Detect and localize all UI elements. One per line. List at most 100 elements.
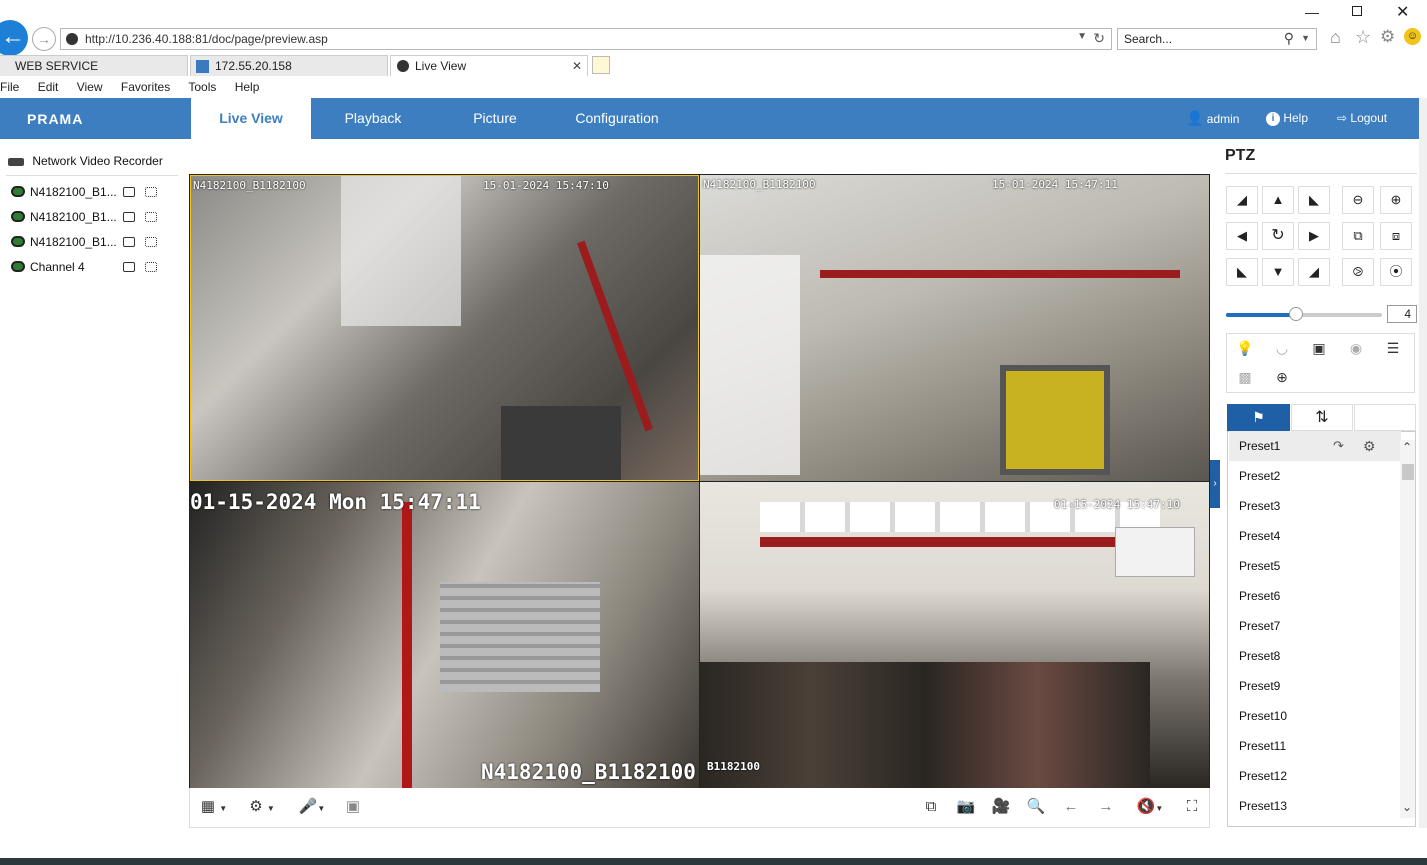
menu-file[interactable]: File: [0, 80, 19, 94]
logout-link[interactable]: ⇨ Logout: [1337, 98, 1387, 139]
pan-left-button[interactable]: ◀: [1226, 222, 1258, 250]
forward-button[interactable]: →: [32, 27, 56, 51]
scroll-up-icon[interactable]: ⌃: [1402, 440, 1412, 454]
pan-up-button[interactable]: ▲: [1262, 186, 1294, 214]
stop-all-icon[interactable]: ⧉: [920, 796, 942, 818]
home-icon[interactable]: ⌂: [1330, 27, 1341, 48]
list-item[interactable]: Preset5: [1229, 551, 1401, 581]
lens-init-icon[interactable]: ◉: [1338, 335, 1374, 361]
ptz-lock-icon[interactable]: ▣: [342, 796, 364, 818]
list-item[interactable]: Preset13: [1229, 791, 1401, 821]
favorites-star-icon[interactable]: ☆: [1355, 27, 1371, 48]
ptz-control-icon[interactable]: [145, 187, 157, 197]
zoom-in-icon[interactable]: 🔍: [1025, 796, 1047, 818]
tab-ip[interactable]: 172.55.20.158: [190, 55, 388, 76]
tab-playback[interactable]: Playback: [318, 98, 428, 139]
tab-live-view-nav[interactable]: Live View: [191, 98, 311, 139]
pattern-tab[interactable]: [1354, 404, 1416, 431]
list-item[interactable]: Preset1 ↷ ⚙: [1229, 431, 1401, 461]
previous-page-icon[interactable]: ←: [1060, 796, 1082, 818]
record-icon[interactable]: [123, 212, 135, 222]
speed-value[interactable]: 4: [1387, 305, 1417, 323]
settings-gear-icon[interactable]: ⚙: [1380, 27, 1395, 47]
auto-focus-icon[interactable]: ▣: [1301, 335, 1337, 361]
close-window-button[interactable]: ✕: [1396, 2, 1409, 22]
tab-configuration[interactable]: Configuration: [562, 98, 672, 139]
list-item[interactable]: Preset11: [1229, 731, 1401, 761]
ptz-control-icon[interactable]: [145, 212, 157, 222]
manual-track-icon[interactable]: ▩: [1227, 364, 1263, 390]
list-item[interactable]: Preset10: [1229, 701, 1401, 731]
list-item[interactable]: Preset7: [1229, 611, 1401, 641]
video-window-2[interactable]: N4182100_B1182100 15-01-2024 15:47:11: [700, 175, 1209, 481]
speed-slider[interactable]: [1226, 307, 1382, 321]
layout-grid-icon[interactable]: ▦ ▼: [196, 796, 232, 818]
mute-volume-icon[interactable]: 🔇▼: [1130, 796, 1170, 818]
zoom-out-icon[interactable]: ⊖: [1342, 186, 1374, 214]
minimize-button[interactable]: —: [1305, 4, 1319, 20]
tab-live-view[interactable]: Live View ✕: [390, 55, 588, 76]
list-item[interactable]: Preset8: [1229, 641, 1401, 671]
video-window-3[interactable]: 01-15-2024 Mon 15:47:11 N4182100_B118210…: [190, 482, 699, 788]
restore-button[interactable]: [1352, 6, 1362, 16]
next-page-icon[interactable]: →: [1095, 796, 1117, 818]
window-scrollbar[interactable]: [1419, 98, 1427, 828]
menu-view[interactable]: View: [77, 80, 103, 94]
user-menu[interactable]: 👤 admin: [1186, 98, 1239, 139]
channel-item[interactable]: N4182100_B1...: [11, 181, 181, 203]
light-icon[interactable]: 💡: [1227, 335, 1263, 361]
preset-scrollbar[interactable]: ⌃ ⌄: [1400, 440, 1415, 818]
search-box[interactable]: Search... ⚲ ▼: [1117, 28, 1317, 50]
pan-up-right-button[interactable]: ◣: [1298, 186, 1330, 214]
menu-tools[interactable]: Tools: [188, 80, 216, 94]
speed-slider-handle[interactable]: [1289, 307, 1304, 321]
tree-root[interactable]: Network Video Recorder: [8, 150, 163, 172]
search-icon[interactable]: ⚲: [1284, 30, 1294, 47]
3d-zoom-icon[interactable]: ⊕: [1264, 364, 1300, 390]
collapse-panel-button[interactable]: ›: [1210, 460, 1220, 508]
menu-help[interactable]: Help: [235, 80, 260, 94]
tab-picture[interactable]: Picture: [440, 98, 550, 139]
pan-down-button[interactable]: ▼: [1262, 258, 1294, 286]
dropdown-icon[interactable]: ▼: [1077, 31, 1087, 42]
video-window-1[interactable]: N4182100_B1182100 15-01-2024 15:47:10: [190, 175, 699, 481]
search-dropdown-icon[interactable]: ▼: [1301, 33, 1310, 43]
pan-down-left-button[interactable]: ◣: [1226, 258, 1258, 286]
menu-edit[interactable]: Edit: [38, 80, 59, 94]
pan-down-right-button[interactable]: ◢: [1298, 258, 1330, 286]
channel-item[interactable]: N4182100_B1...: [11, 231, 181, 253]
zoom-in-ptz-icon[interactable]: ⊕: [1380, 186, 1412, 214]
address-bar[interactable]: http://10.236.40.188:81/doc/page/preview…: [60, 28, 1112, 50]
back-button[interactable]: ←: [0, 20, 28, 56]
record-video-icon[interactable]: 🎥: [990, 796, 1012, 818]
pan-up-left-button[interactable]: ◢: [1226, 186, 1258, 214]
auto-pan-button[interactable]: ↻: [1262, 222, 1294, 250]
smiley-icon[interactable]: ☺: [1404, 28, 1421, 45]
more-menu-icon[interactable]: ☰: [1375, 335, 1411, 361]
list-item[interactable]: Preset12: [1229, 761, 1401, 791]
fullscreen-icon[interactable]: ⛶: [1181, 796, 1203, 818]
channel-item[interactable]: Channel 4: [11, 256, 181, 278]
ptz-control-icon[interactable]: [145, 262, 157, 272]
help-link[interactable]: i Help: [1266, 98, 1308, 139]
patrol-tab[interactable]: ⇅: [1291, 404, 1353, 431]
microphone-icon[interactable]: 🎤▼: [294, 796, 330, 818]
pan-right-button[interactable]: ▶: [1298, 222, 1330, 250]
list-item[interactable]: Preset3: [1229, 491, 1401, 521]
record-icon[interactable]: [123, 262, 135, 272]
list-item[interactable]: Preset4: [1229, 521, 1401, 551]
focus-near-icon[interactable]: ⧉: [1342, 222, 1374, 250]
ptz-control-icon[interactable]: [145, 237, 157, 247]
tab-web-service[interactable]: WEB SERVICE: [0, 55, 188, 76]
video-window-4[interactable]: 01-15-2024 15:47:10 B1182100: [700, 482, 1209, 788]
iris-open-icon[interactable]: ⧁: [1342, 258, 1374, 286]
stream-select-icon[interactable]: ⚙ ▼: [244, 796, 280, 818]
focus-far-icon[interactable]: ⧈: [1380, 222, 1412, 250]
new-tab-button[interactable]: [592, 56, 610, 74]
tab-close-icon[interactable]: ✕: [572, 56, 582, 76]
capture-camera-icon[interactable]: 📷: [955, 796, 977, 818]
preset-tab[interactable]: ⚑: [1227, 404, 1290, 431]
list-item[interactable]: Preset6: [1229, 581, 1401, 611]
list-item[interactable]: Preset2: [1229, 461, 1401, 491]
list-item[interactable]: Preset9: [1229, 671, 1401, 701]
